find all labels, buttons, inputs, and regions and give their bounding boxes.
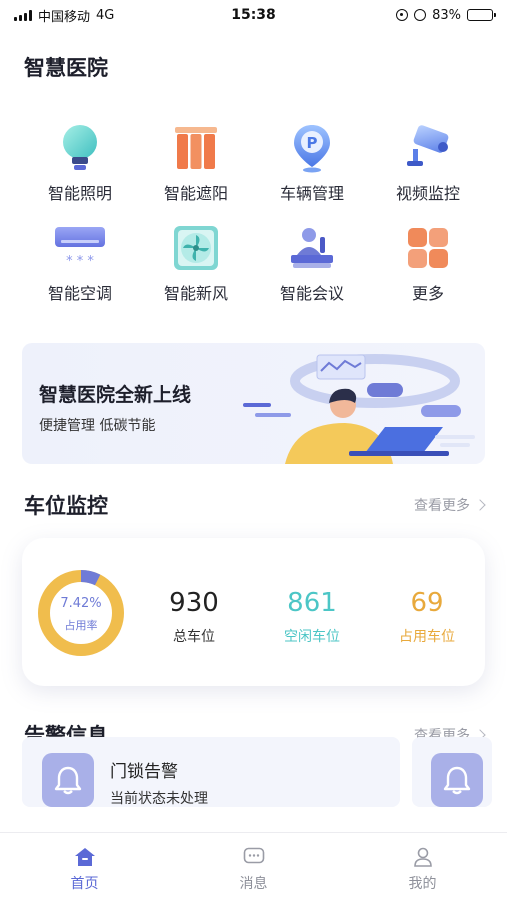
home-icon — [74, 848, 95, 866]
stat-total-value: 930 — [169, 588, 219, 618]
occupancy-donut — [38, 570, 124, 656]
carrier-name: 中国移动 — [38, 9, 91, 25]
stat-used-label: 占用车位 — [399, 629, 455, 645]
grid-item-meeting[interactable]: 智能会议 — [254, 222, 370, 304]
bulb-icon — [50, 122, 110, 174]
grid-item-vehicles[interactable]: P 车辆管理 — [254, 122, 370, 204]
message-icon — [243, 847, 264, 864]
more-label: 查看更多 — [414, 498, 470, 514]
stat-total: 930 总车位 — [144, 588, 244, 646]
camera-icon — [398, 122, 458, 174]
bell-icon — [431, 753, 483, 807]
status-left: 中国移动 4G — [14, 6, 114, 25]
bell-icon — [42, 753, 94, 807]
meeting-icon — [282, 222, 342, 274]
grid-label: 智能照明 — [47, 184, 112, 203]
home-page: 智慧医院 智能照明 智能遮阳 P 车辆管理 视频监控 * * * 智能空调 智能… — [0, 30, 507, 832]
alert-card[interactable]: 门锁告警 当前状态未处理 — [22, 737, 400, 807]
alert-status: 当前状态未处理 — [110, 791, 208, 807]
grid-item-shading[interactable]: 智能遮阳 — [138, 122, 254, 204]
grid-item-more[interactable]: 更多 — [370, 222, 486, 304]
svg-text:P: P — [307, 134, 318, 152]
alert-title: 门锁告警 — [110, 762, 178, 782]
alarm-icon — [414, 9, 427, 21]
blinds-icon — [166, 122, 226, 174]
grid-label: 车辆管理 — [279, 184, 344, 203]
alert-card-next[interactable] — [412, 737, 492, 807]
user-icon — [413, 847, 432, 867]
tab-label: 我的 — [408, 876, 437, 892]
grid-item-lighting[interactable]: 智能照明 — [22, 122, 138, 204]
tab-profile[interactable]: 我的 — [338, 833, 507, 900]
grid-item-aircon[interactable]: * * * 智能空调 — [22, 222, 138, 304]
parking-more-link[interactable]: 查看更多 — [414, 495, 486, 515]
feature-grid: 智能照明 智能遮阳 P 车辆管理 视频监控 * * * 智能空调 智能新风 智能… — [22, 122, 486, 304]
grid-label: 视频监控 — [395, 184, 460, 203]
stat-free-label: 空闲车位 — [284, 629, 340, 645]
page-title: 智慧医院 — [24, 56, 108, 80]
chevron-right-icon — [474, 499, 486, 511]
grid-label: 智能遮阳 — [163, 184, 228, 203]
stat-free: 861 空闲车位 — [262, 588, 362, 646]
promo-banner[interactable]: 智慧医院全新上线 便捷管理 低碳节能 — [22, 343, 485, 464]
more-grid-icon — [398, 222, 458, 274]
parking-pin-icon: P — [282, 122, 342, 174]
tab-label: 消息 — [239, 876, 268, 892]
battery-percent: 83% — [432, 7, 461, 23]
grid-label: 智能空调 — [47, 284, 112, 303]
status-right: 83% — [396, 7, 496, 23]
banner-illustration — [243, 354, 475, 464]
donut-free-arc — [38, 570, 124, 656]
parking-card[interactable]: 7.42% 占用率 930 总车位 861 空闲车位 69 占用车位 — [22, 538, 485, 686]
status-bar: 中国移动 4G 15:38 83% — [0, 0, 507, 30]
grid-label: 智能新风 — [163, 284, 228, 303]
air-conditioner-icon: * * * — [50, 222, 110, 274]
stat-used-value: 69 — [410, 588, 444, 618]
tab-label: 首页 — [70, 876, 99, 892]
bottom-tab-bar: 首页 消息 我的 — [0, 832, 507, 900]
parking-section-header: 车位监控 查看更多 — [24, 490, 486, 520]
grid-item-freshair[interactable]: 智能新风 — [138, 222, 254, 304]
section-title: 车位监控 — [24, 494, 108, 518]
stat-total-label: 总车位 — [173, 629, 215, 645]
occupancy-caption: 占用率 — [64, 619, 98, 632]
stat-free-value: 861 — [287, 588, 337, 618]
orientation-lock-icon — [396, 9, 409, 21]
svg-text:* * *: * * * — [66, 254, 94, 269]
tab-home[interactable]: 首页 — [0, 833, 169, 900]
network-type: 4G — [96, 7, 115, 23]
stat-used: 69 占用车位 — [377, 588, 477, 646]
grid-label: 更多 — [411, 284, 444, 303]
grid-item-video[interactable]: 视频监控 — [370, 122, 486, 204]
banner-title: 智慧医院全新上线 — [39, 384, 192, 406]
signal-icon — [14, 9, 32, 21]
clock: 15:38 — [231, 7, 276, 23]
grid-label: 智能会议 — [279, 284, 344, 303]
banner-subtitle: 便捷管理 低碳节能 — [39, 418, 156, 434]
tab-messages[interactable]: 消息 — [169, 833, 338, 900]
battery-icon — [467, 9, 496, 21]
occupancy-rate: 7.42% — [60, 596, 102, 611]
fan-icon — [166, 222, 226, 274]
